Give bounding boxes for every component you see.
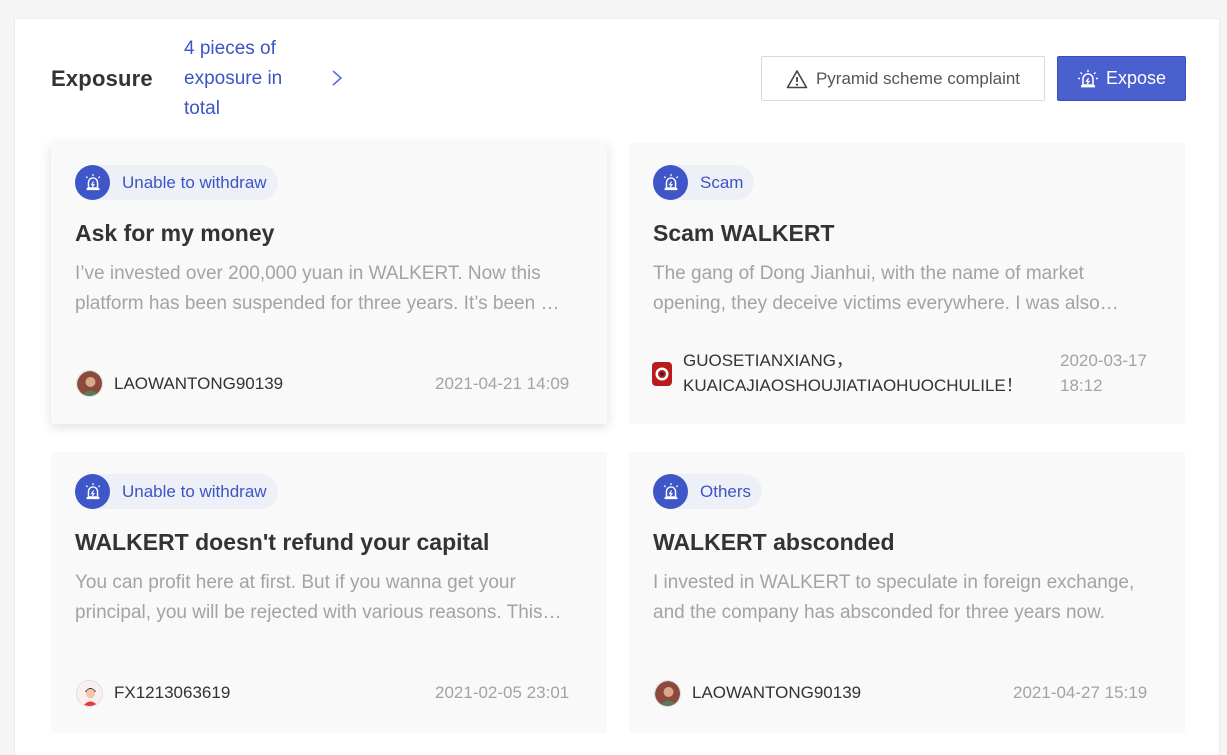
alarm-siren-icon xyxy=(653,165,688,200)
category-tag-label: Unable to withdraw xyxy=(122,481,267,501)
author-name: LAOWANTONG90139 xyxy=(692,683,862,702)
card-description: I invested in WALKERT to speculate in fo… xyxy=(653,572,1135,623)
expose-button[interactable]: Expose xyxy=(1057,56,1186,101)
category-tag: Unable to withdraw xyxy=(75,165,278,200)
post-date-line-1: 2020-03-17 xyxy=(1060,351,1147,370)
card-title: Scam WALKERT xyxy=(653,220,835,246)
exposure-card[interactable]: Unable to withdraw Ask for my money I’ve… xyxy=(51,143,607,424)
avatar xyxy=(654,680,681,707)
warning-triangle-icon xyxy=(786,69,808,88)
avatar xyxy=(76,370,103,397)
alarm-siren-icon xyxy=(75,165,110,200)
author-name-line-2: KUAICAJIAOSHOUJIATIAOHUOCHULILE！ xyxy=(683,376,1023,395)
post-date-line-2: 18:12 xyxy=(1060,376,1103,395)
post-date: 2020-03-17 18:12 xyxy=(1060,348,1147,398)
section-title: Exposure xyxy=(51,66,153,91)
category-tag: Scam xyxy=(653,165,755,200)
exposure-card[interactable]: Scam Scam WALKERT The gang of Dong Jianh… xyxy=(629,143,1185,424)
pyramid-complaint-button[interactable]: Pyramid scheme complaint xyxy=(761,56,1045,101)
alarm-siren-icon xyxy=(75,474,110,509)
expose-label: Expose xyxy=(1105,68,1167,88)
alarm-siren-icon xyxy=(1077,69,1098,87)
avatar xyxy=(651,361,673,387)
card-description: I’ve invested over 200,000 yuan in WALKE… xyxy=(75,263,552,314)
author-name-line-1: GUOSETIANXIANG， xyxy=(683,351,854,370)
exposure-card[interactable]: Others WALKERT absconded I invested in W… xyxy=(629,452,1185,733)
card-description: The gang of Dong Jianhui, with the name … xyxy=(653,263,1100,314)
card-title: Ask for my money xyxy=(75,220,275,246)
exposure-card[interactable]: Unable to withdraw WALKERT doesn't refun… xyxy=(51,452,607,733)
category-tag: Unable to withdraw xyxy=(75,474,278,509)
author-name: GUOSETIANXIANG， KUAICAJIAOSHOUJIATIAOHUO… xyxy=(683,348,1023,398)
count-line-3: total xyxy=(184,98,220,119)
category-tag-label: Scam xyxy=(700,172,744,192)
count-line-1: 4 pieces of xyxy=(184,38,276,59)
alarm-siren-icon xyxy=(653,474,688,509)
post-date: 2021-04-21 14:09 xyxy=(435,374,570,393)
chevron-right-icon[interactable] xyxy=(329,67,345,89)
post-date: 2021-04-27 15:19 xyxy=(1013,683,1148,702)
category-tag-label: Others xyxy=(700,481,752,501)
card-title: WALKERT absconded xyxy=(653,529,895,555)
card-description: You can profit here at first. But if you… xyxy=(75,572,562,623)
post-date: 2021-02-05 23:01 xyxy=(435,683,570,702)
exposure-count-link[interactable]: 4 pieces of exposure in total xyxy=(184,34,314,124)
avatar xyxy=(76,680,103,707)
exposure-panel: Exposure 4 pieces of exposure in total P… xyxy=(14,18,1220,755)
count-line-2: exposure in xyxy=(184,68,283,89)
category-tag: Others xyxy=(653,474,763,509)
author-name: LAOWANTONG90139 xyxy=(114,374,284,393)
category-tag-label: Unable to withdraw xyxy=(122,172,267,192)
author-name: FX1213063619 xyxy=(114,683,231,702)
pyramid-complaint-label: Pyramid scheme complaint xyxy=(815,68,1021,88)
card-title: WALKERT doesn't refund your capital xyxy=(75,529,490,555)
